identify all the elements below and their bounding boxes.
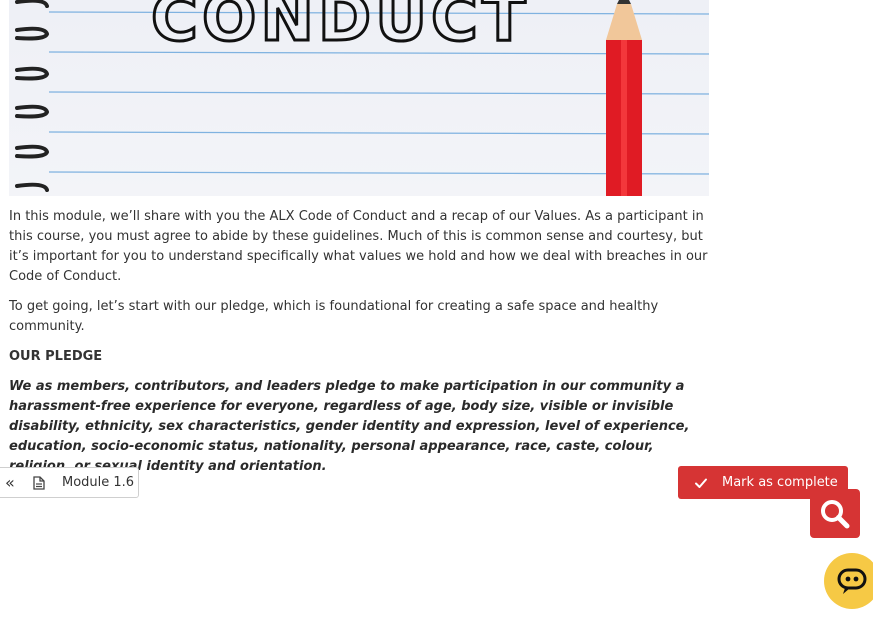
search-button[interactable] (810, 489, 860, 538)
double-chevron-left-icon: « (5, 472, 15, 492)
hero-word: CONDUCT (151, 0, 530, 56)
intro-paragraph: In this module, we’ll share with you the… (9, 209, 708, 284)
previous-module-button[interactable]: « Module 1.6 (0, 467, 139, 498)
page: CONDUCT In this module, we’ll share with… (0, 0, 873, 618)
previous-module-label: Module 1.6 (62, 475, 135, 490)
chat-bot-icon (837, 568, 867, 594)
check-icon (694, 476, 708, 490)
pledge-text: We as members, contributors, and leaders… (9, 379, 690, 474)
pencil-icon (606, 0, 642, 196)
chat-button[interactable] (824, 553, 873, 609)
search-icon (821, 499, 850, 528)
hero-image: CONDUCT (9, 0, 709, 196)
document-icon (33, 475, 45, 490)
lead-paragraph: To get going, let’s start with our pledg… (9, 299, 659, 334)
mark-complete-label: Mark as complete (722, 475, 838, 490)
pledge-heading: OUR PLEDGE (9, 349, 103, 364)
module-content: In this module, we’ll share with you the… (9, 207, 715, 487)
notebook-illustration: CONDUCT (15, 0, 709, 196)
